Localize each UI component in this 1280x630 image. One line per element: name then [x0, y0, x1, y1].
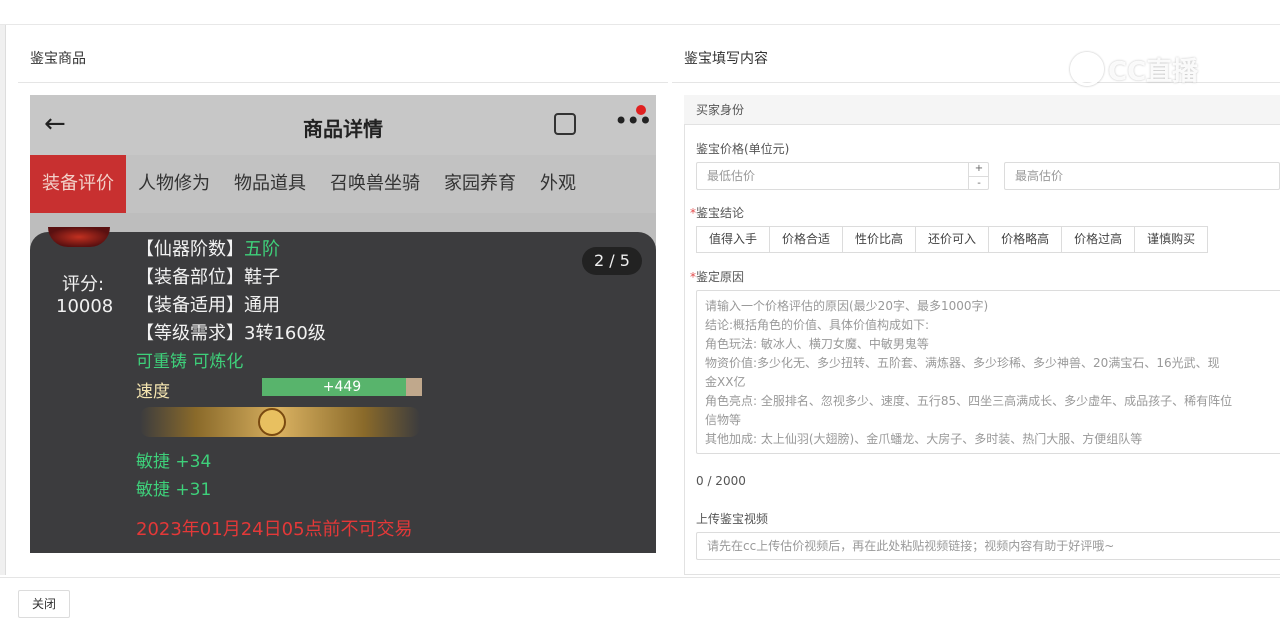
- video-label: 上传鉴宝视频: [696, 512, 769, 526]
- video-link-input[interactable]: 请先在cc上传估价视频后，再在此处粘贴视频链接；视频内容有助于好评哦~: [696, 532, 1280, 560]
- char-counter: 0 / 2000: [696, 474, 746, 488]
- reason-label: *鉴定原因: [690, 270, 745, 284]
- recast-note: 可重铸 可炼化: [136, 352, 244, 372]
- logo-icon: [1070, 52, 1104, 86]
- watermark: CC直播: [1070, 50, 1240, 88]
- stepper-minus-button[interactable]: -: [969, 176, 989, 190]
- phone-tab: 物品道具: [234, 173, 306, 194]
- agility-line: 敏捷 +31: [136, 480, 212, 500]
- left-panel-title: 鉴宝商品: [30, 51, 86, 67]
- speed-bar-label: +449: [322, 379, 362, 395]
- reason-textarea[interactable]: 请输入一个价格评估的原因(最少20字、最多1000字) 结论:概括角色的价值、具…: [696, 290, 1280, 454]
- placeholder-line: 请输入一个价格评估的原因(最少20字、最多1000字): [705, 299, 989, 313]
- trade-restriction-note: 2023年01月24日05点前不可交易: [136, 519, 413, 540]
- conclusion-option[interactable]: 性价比高: [842, 226, 917, 253]
- notification-dot: [636, 105, 646, 115]
- conclusion-option[interactable]: 谨慎购买: [1134, 226, 1209, 253]
- ornament-emblem: [258, 408, 286, 436]
- conclusion-option[interactable]: 价格合适: [769, 226, 844, 253]
- placeholder-line: 角色亮点: 全服排名、忽视多少、速度、五行85、四坐三高满成长、多少虚年、成品孩…: [705, 394, 1233, 408]
- conclusion-label: *鉴宝结论: [690, 206, 745, 220]
- attr-line: 【装备适用】通用: [136, 295, 280, 316]
- placeholder-line: 物资价值:多少化无、多少扭转、五阶套、满炼器、多少珍稀、多少神兽、20满宝石、1…: [705, 356, 1220, 370]
- conclusion-option[interactable]: 还价可入: [915, 226, 990, 253]
- agility-line: 敏捷 +34: [136, 452, 212, 472]
- footer-divider: [0, 577, 1280, 578]
- speed-label: 速度: [136, 382, 170, 402]
- price-stepper[interactable]: + -: [968, 162, 989, 190]
- max-price-input[interactable]: 最高估价: [1004, 162, 1280, 190]
- phone-tab: 召唤兽坐骑: [330, 173, 420, 194]
- min-price-input[interactable]: 最低估价: [696, 162, 989, 190]
- phone-tab: 装备评价: [30, 155, 126, 213]
- attr-line: 【仙器阶数】五阶: [136, 239, 280, 260]
- placeholder-line: 角色玩法: 敏冰人、横刀女魔、中敏男鬼等: [705, 337, 929, 351]
- conclusion-options: 值得入手 价格合适 性价比高 还价可入 价格略高 价格过高 谨慎购买: [696, 226, 1209, 253]
- placeholder-line: 其他加成: 太上仙羽(大翅膀)、金爪蟠龙、大房子、多时装、热门大服、方便组队等: [705, 432, 1143, 446]
- placeholder-line: 金XX亿: [705, 375, 746, 389]
- speed-bar: +449: [262, 378, 422, 396]
- phone-tab: 人物修为: [138, 173, 210, 194]
- image-pager: 2 / 5: [582, 247, 642, 275]
- price-label: 鉴宝价格(单位元): [696, 142, 790, 156]
- score-label: 评分:: [62, 274, 105, 295]
- share-icon: [554, 113, 576, 135]
- product-screenshot: ← 商品详情 ••• 装备评价 人物修为 物品道具 召唤兽坐骑 家园养育 外观 …: [30, 95, 656, 553]
- section-header: 买家身份: [684, 95, 1280, 125]
- attr-line: 【装备部位】鞋子: [136, 267, 280, 288]
- conclusion-option[interactable]: 值得入手: [696, 226, 771, 253]
- phone-tab: 家园养育: [444, 173, 516, 194]
- placeholder-line: 结论:概括角色的价值、具体价值构成如下:: [705, 318, 930, 332]
- attr-line: 【等级需求】3转160级: [136, 323, 326, 344]
- close-button[interactable]: 关闭: [18, 590, 70, 618]
- top-bar: [0, 0, 1280, 25]
- placeholder-line: 信物等: [705, 413, 742, 427]
- conclusion-option[interactable]: 价格过高: [1061, 226, 1136, 253]
- right-panel-title: 鉴宝填写内容: [684, 51, 768, 67]
- divider: [18, 82, 668, 83]
- phone-tab: 外观: [540, 173, 576, 194]
- score-value: 10008: [56, 296, 114, 317]
- left-edge-panel: [0, 25, 6, 575]
- conclusion-option[interactable]: 价格略高: [988, 226, 1063, 253]
- stepper-plus-button[interactable]: +: [969, 162, 989, 176]
- phone-tabs: 装备评价 人物修为 物品道具 召唤兽坐骑 家园养育 外观: [30, 155, 656, 213]
- phone-header: ← 商品详情 •••: [30, 95, 656, 155]
